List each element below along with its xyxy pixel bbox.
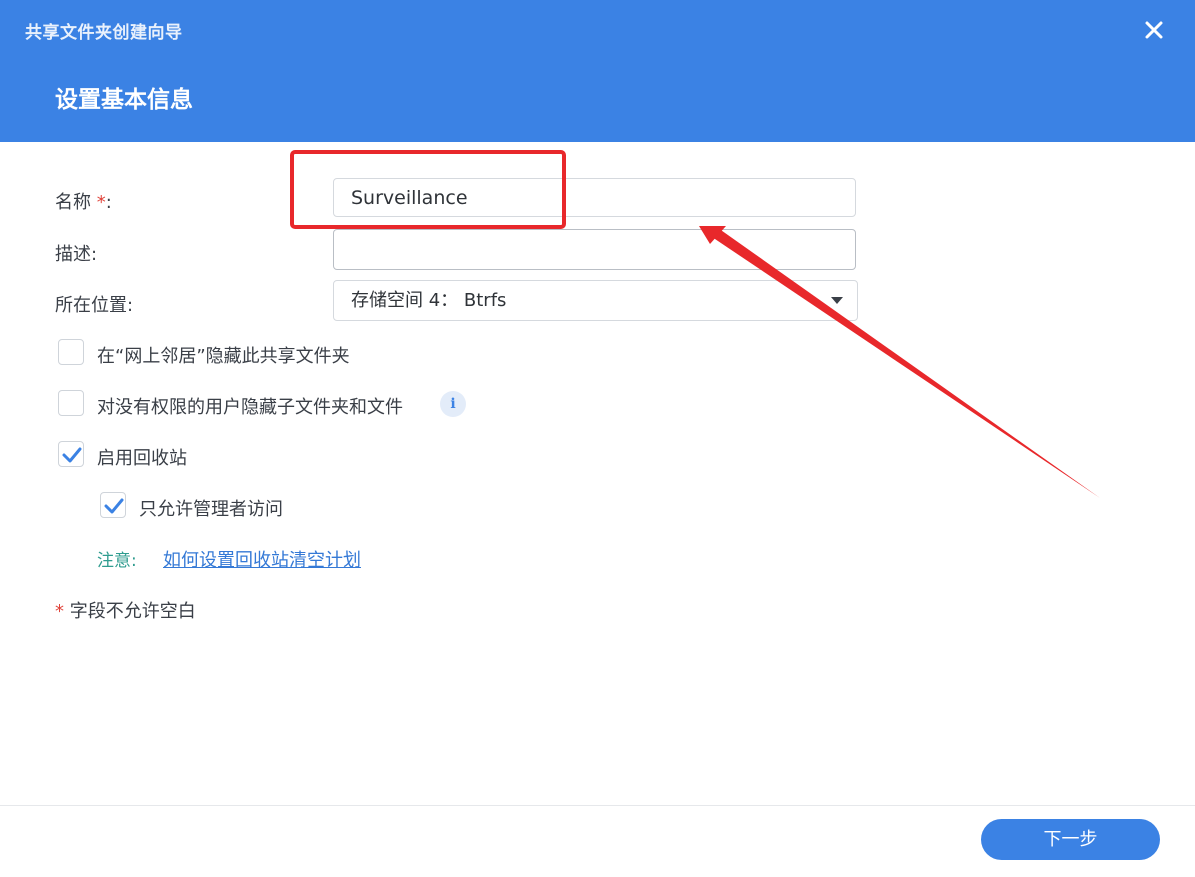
- admin-only-checkbox[interactable]: [100, 492, 126, 518]
- description-label: 描述:: [55, 244, 98, 265]
- required-field-note: * 字段不允许空白: [55, 597, 196, 623]
- name-label: 名称 *:: [55, 188, 112, 214]
- checkmark-icon: [104, 498, 124, 514]
- location-select[interactable]: 存储空间 4： Btrfs: [333, 280, 858, 321]
- step-title: 设置基本信息: [55, 87, 193, 113]
- note-label: 注意:: [97, 551, 137, 571]
- location-select-value: 存储空间 4： Btrfs: [351, 290, 507, 311]
- recycle-bin-checkbox[interactable]: [58, 441, 84, 467]
- name-label-colon: :: [105, 192, 112, 213]
- hide-subfolders-checkbox[interactable]: [58, 390, 84, 416]
- description-input[interactable]: [333, 229, 856, 270]
- chevron-down-icon: [831, 297, 843, 304]
- info-icon[interactable]: i: [440, 391, 466, 417]
- hide-network-checkbox[interactable]: [58, 339, 84, 365]
- footer-divider: [0, 805, 1195, 806]
- recycle-bin-label: 启用回收站: [97, 448, 187, 469]
- checkmark-icon: [62, 447, 82, 463]
- name-input[interactable]: [333, 178, 856, 217]
- required-mark: *: [96, 192, 106, 213]
- required-mark: *: [55, 601, 64, 622]
- location-label: 所在位置:: [55, 295, 134, 316]
- wizard-header: 共享文件夹创建向导 设置基本信息: [0, 0, 1195, 142]
- hide-subfolders-label: 对没有权限的用户隐藏子文件夹和文件: [97, 397, 403, 418]
- hide-network-label: 在“网上邻居”隐藏此共享文件夹: [97, 346, 350, 367]
- window-title: 共享文件夹创建向导: [25, 23, 183, 43]
- next-button[interactable]: 下一步: [981, 819, 1160, 860]
- name-label-text: 名称: [55, 192, 91, 213]
- required-note-text: 字段不允许空白: [69, 601, 196, 622]
- recycle-schedule-link[interactable]: 如何设置回收站清空计划: [163, 546, 361, 572]
- close-icon[interactable]: [1142, 18, 1166, 42]
- admin-only-label: 只允许管理者访问: [139, 499, 283, 520]
